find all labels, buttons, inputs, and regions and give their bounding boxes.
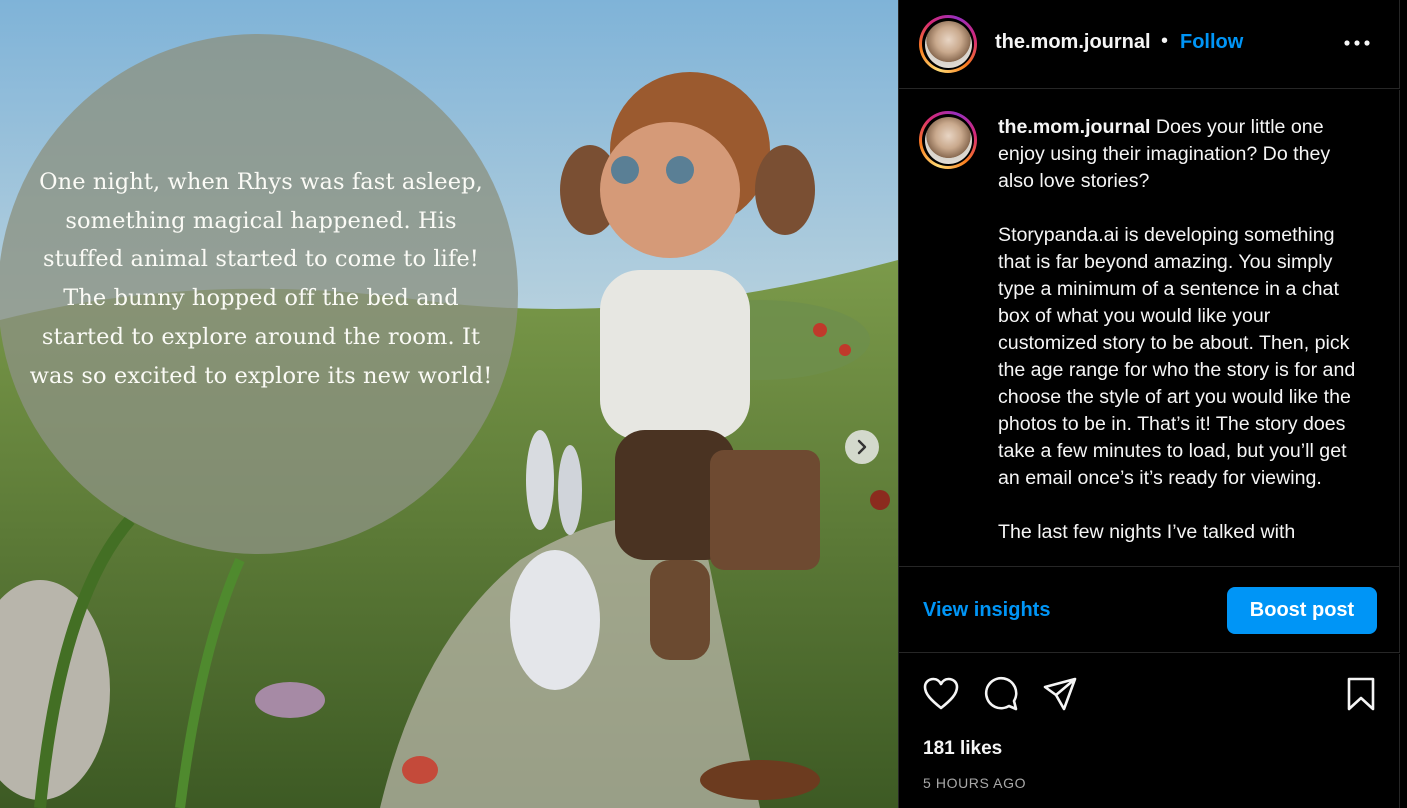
story-caption-text: One night, when Rhys was fast asleep, so… xyxy=(29,169,493,389)
caption-avatar[interactable] xyxy=(919,111,977,169)
caption-author[interactable]: the.mom.journal xyxy=(998,116,1150,138)
avatar[interactable] xyxy=(919,15,977,73)
next-slide-button[interactable] xyxy=(845,430,879,464)
caption-body: Does your little one enjoy using their i… xyxy=(998,116,1356,543)
bookmark-icon xyxy=(1347,677,1375,711)
insights-bar: View insights Boost post xyxy=(899,566,1400,653)
caption-section[interactable]: the.mom.journal Does your little one enj… xyxy=(899,90,1400,566)
more-horizontal-icon xyxy=(1344,40,1370,46)
post-caption: the.mom.journal Does your little one enj… xyxy=(998,114,1370,546)
more-options-button[interactable] xyxy=(1335,28,1379,58)
username-link[interactable]: the.mom.journal xyxy=(995,31,1151,54)
heart-icon xyxy=(923,677,959,710)
profile-photo xyxy=(924,20,972,68)
like-button[interactable] xyxy=(921,674,961,714)
boost-post-button[interactable]: Boost post xyxy=(1227,587,1377,634)
follow-button[interactable]: Follow xyxy=(1180,31,1243,54)
comment-button[interactable] xyxy=(981,674,1021,714)
profile-photo xyxy=(924,116,972,164)
chevron-right-icon xyxy=(857,439,867,455)
post-media[interactable]: One night, when Rhys was fast asleep, so… xyxy=(0,0,898,808)
post-timestamp: 5 HOURS AGO xyxy=(923,775,1027,791)
separator-dot: • xyxy=(1161,30,1169,52)
share-icon xyxy=(1043,677,1077,711)
share-button[interactable] xyxy=(1040,674,1080,714)
post-header: the.mom.journal • Follow xyxy=(899,0,1400,89)
post-actions: 181 likes 5 HOURS AGO xyxy=(899,654,1400,808)
like-count[interactable]: 181 likes xyxy=(923,738,1002,760)
view-insights-link[interactable]: View insights xyxy=(923,599,1050,622)
post-sidebar: the.mom.journal • Follow the.mom.journal… xyxy=(898,0,1407,808)
save-button[interactable] xyxy=(1341,674,1381,714)
comment-icon xyxy=(984,676,1018,711)
